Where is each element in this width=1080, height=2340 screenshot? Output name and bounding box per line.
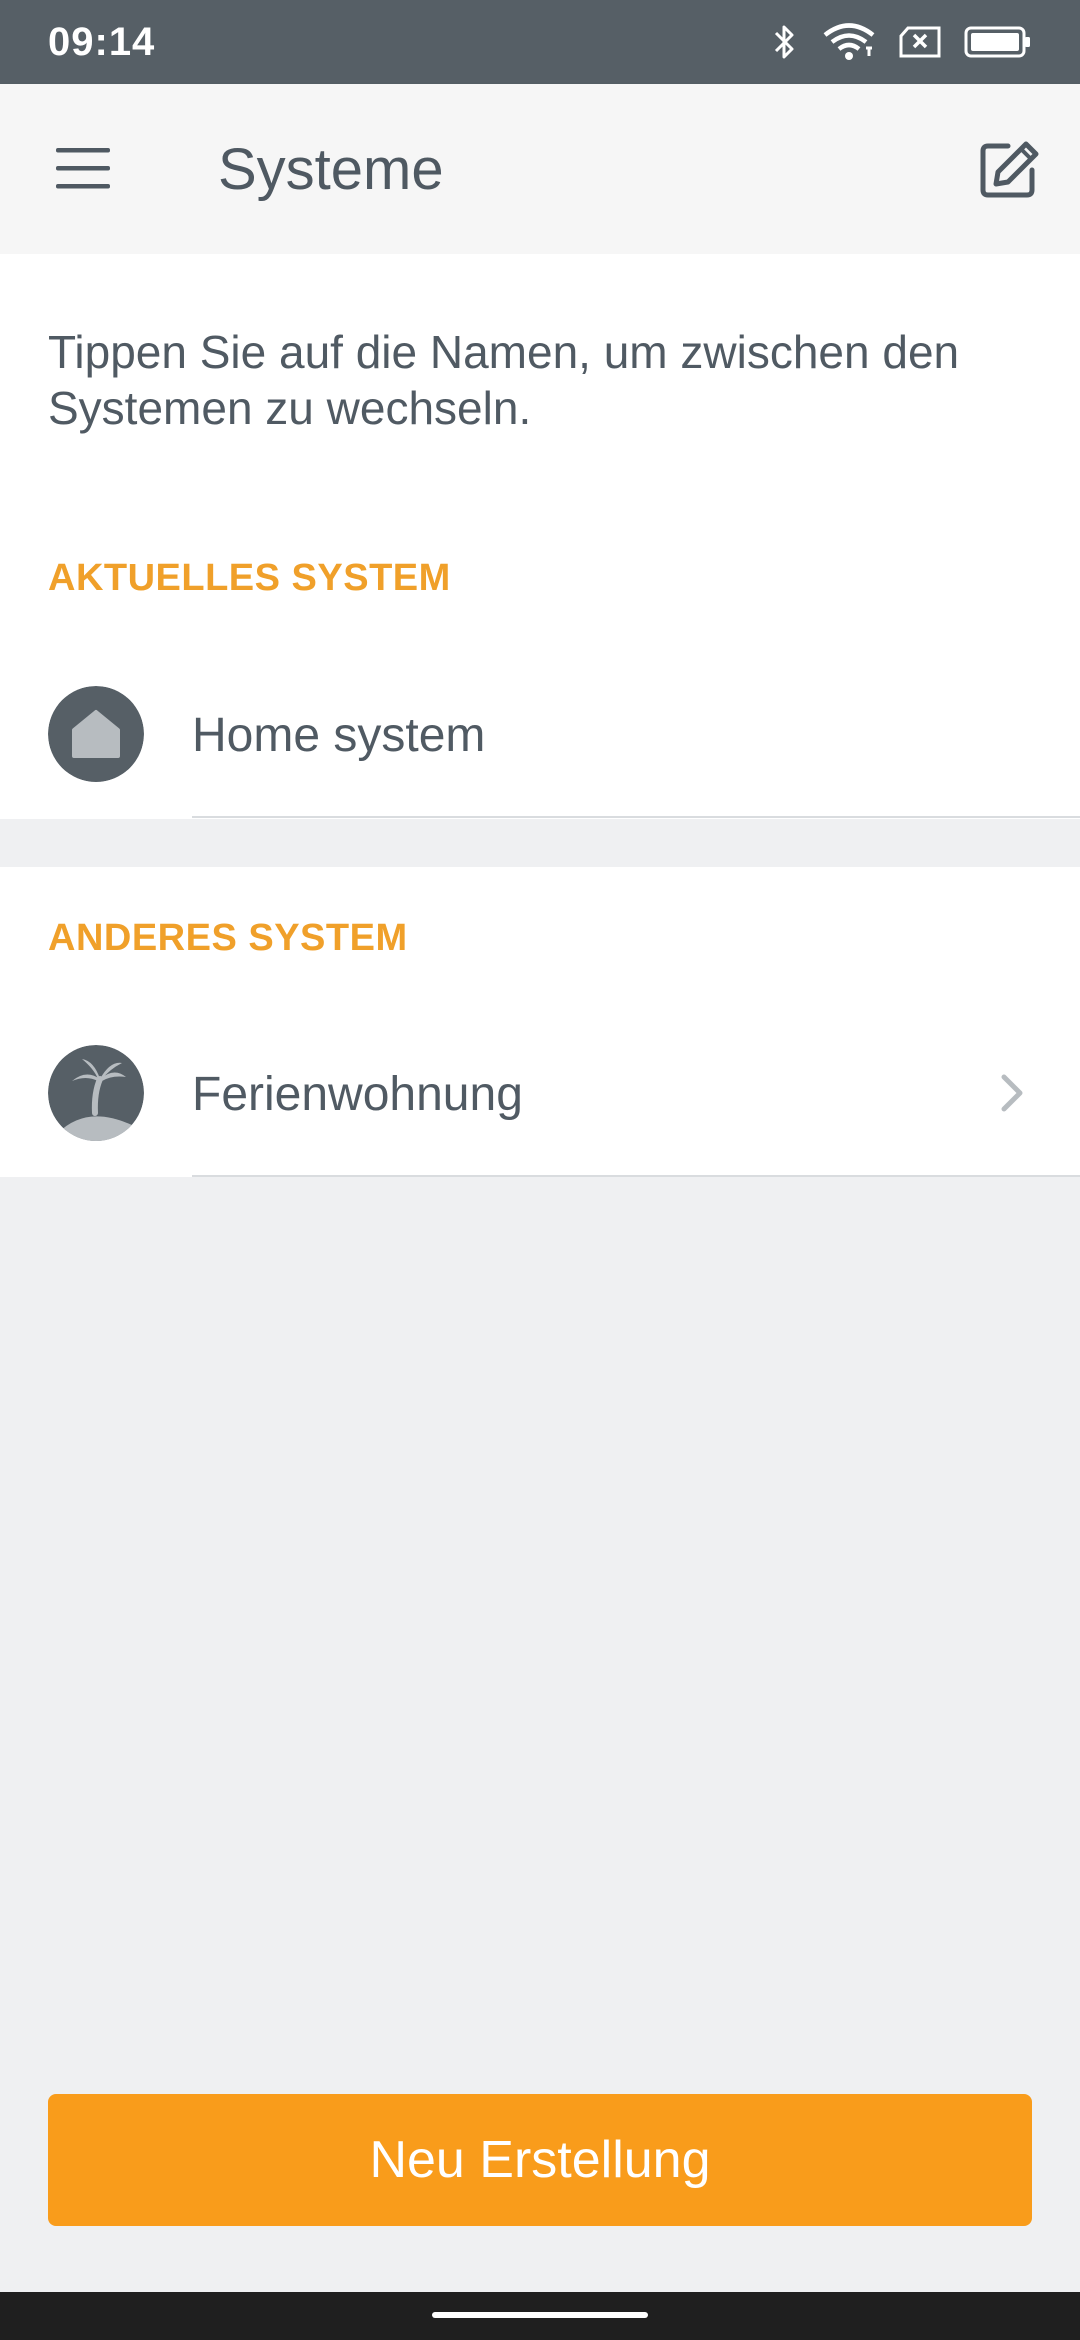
current-system-label: AKTUELLES SYSTEM (48, 557, 451, 599)
battery-icon (964, 26, 1030, 58)
chevron-right-icon (1001, 1074, 1023, 1112)
other-system-row[interactable]: Ferienwohnung (0, 1021, 1080, 1177)
row-divider (192, 816, 1080, 818)
edit-icon (980, 141, 1039, 198)
house-icon (48, 686, 144, 782)
home-gesture-handle[interactable] (432, 2312, 648, 2318)
edit-button[interactable] (978, 138, 1040, 200)
status-icons (770, 22, 1032, 62)
bluetooth-icon (774, 25, 794, 59)
menu-icon (56, 148, 110, 189)
no-sim-icon (899, 26, 941, 58)
section-gap (0, 819, 1080, 867)
palm-island-icon (48, 1045, 144, 1141)
intro-text: Tippen Sie auf die Namen, um zwischen de… (48, 326, 960, 434)
other-system-section: ANDERES SYSTEM Ferienwohnung (0, 867, 1080, 1177)
app-bar: Systeme (0, 84, 1080, 254)
status-bar: 09:14 (0, 0, 1080, 84)
navigation-bar (0, 2292, 1080, 2340)
menu-button[interactable] (52, 142, 114, 194)
page-title: Systeme (218, 137, 444, 202)
systems-content: Tippen Sie auf die Namen, um zwischen de… (0, 254, 1080, 1177)
create-new-button[interactable]: Neu Erstellung (48, 2094, 1032, 2226)
current-system-name: Home system (192, 709, 486, 762)
row-divider (192, 1175, 1080, 1177)
status-time: 09:14 (48, 19, 156, 64)
current-system-section: Tippen Sie auf die Namen, um zwischen de… (0, 254, 1080, 819)
other-system-name: Ferienwohnung (192, 1068, 523, 1121)
current-system-row[interactable]: Home system (0, 662, 1080, 818)
wifi-icon (823, 23, 875, 60)
other-system-label: ANDERES SYSTEM (48, 917, 408, 959)
